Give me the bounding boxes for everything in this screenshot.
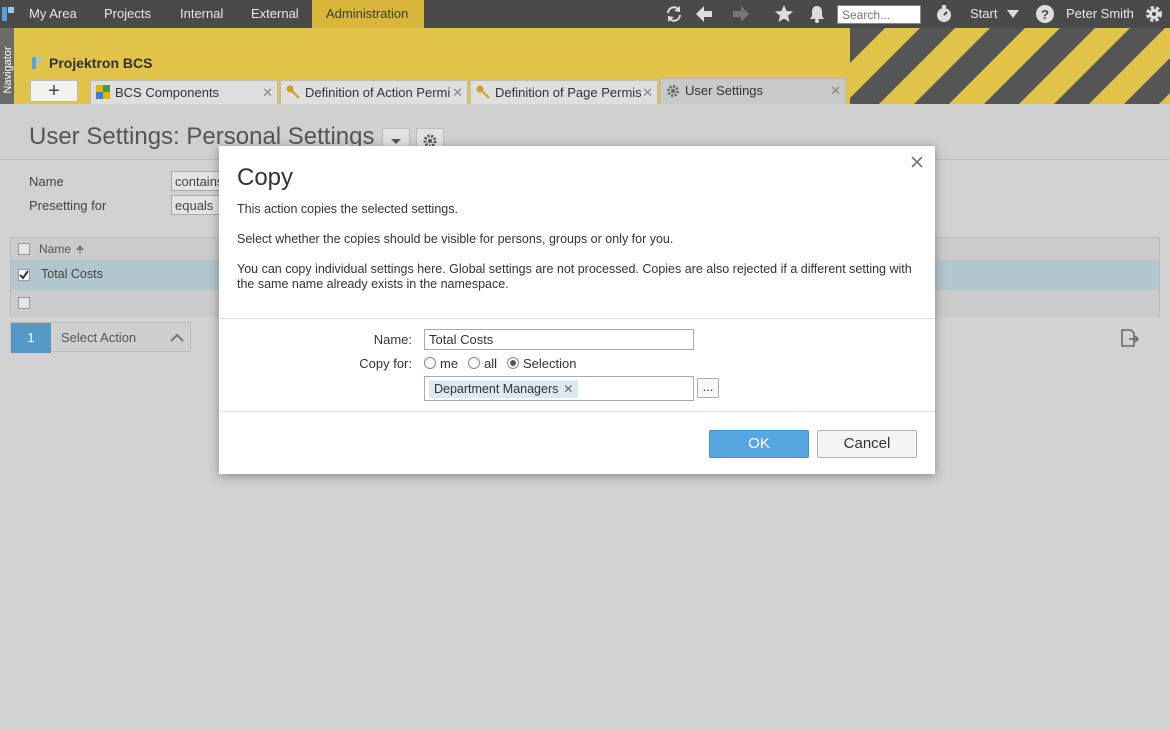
copy-for-me-radio[interactable]: [424, 357, 436, 369]
copy-for-all-label[interactable]: all: [484, 356, 497, 371]
filter-name-label: Name: [29, 174, 64, 189]
close-icon[interactable]: ✕: [830, 79, 841, 102]
chevron-up-icon[interactable]: [169, 331, 185, 345]
key-icon: [286, 85, 300, 99]
action-stepper[interactable]: 1 Select Action: [10, 322, 191, 353]
components-icon: [96, 85, 110, 99]
tab-label: BCS Components: [115, 85, 220, 100]
name-label: Name:: [373, 332, 412, 347]
selection-chip: Department Managers ✕: [429, 380, 579, 398]
stopwatch-icon[interactable]: [934, 4, 954, 24]
export-icon[interactable]: [1119, 328, 1139, 348]
nav-administration[interactable]: Administration: [312, 0, 424, 28]
key-icon: [476, 85, 490, 99]
filter-presetting-operator[interactable]: equals: [171, 195, 221, 215]
row-name-cell: Total Costs: [41, 267, 103, 281]
filter-name-operator[interactable]: contains: [171, 171, 223, 191]
refresh-icon[interactable]: [664, 4, 684, 24]
tab-bcs-components[interactable]: BCS Components ✕: [90, 80, 278, 104]
divider: [219, 411, 935, 412]
copy-for-selection-radio[interactable]: [507, 357, 519, 369]
dialog-text-1: This action copies the selected settings…: [237, 202, 458, 216]
dialog-text-2: Select whether the copies should be visi…: [237, 232, 674, 246]
close-icon[interactable]: ✕: [262, 81, 273, 104]
row-checkbox[interactable]: [18, 269, 30, 281]
step-label: Select Action: [61, 330, 137, 345]
checkmark-icon: [19, 270, 29, 280]
back-arrow-icon[interactable]: [694, 4, 714, 24]
nav-projects[interactable]: Projects: [104, 0, 151, 28]
top-navigation-bar: My Area Projects Internal External Admin…: [0, 0, 1170, 28]
dialog-text-3: You can copy individual settings here. G…: [237, 262, 912, 291]
app-title: Projektron BCS: [49, 55, 153, 71]
forward-arrow-icon[interactable]: [731, 4, 751, 24]
selection-input[interactable]: Department Managers ✕: [424, 376, 694, 401]
remove-chip-icon[interactable]: ✕: [563, 380, 573, 398]
sort-ascending-icon: [76, 245, 84, 254]
bell-icon[interactable]: [807, 4, 827, 24]
close-icon[interactable]: ✕: [642, 81, 653, 104]
hazard-stripes-decoration: [850, 28, 1170, 104]
tab-label: Definition of Page Permiss: [495, 85, 641, 100]
app-logo-icon: [32, 57, 42, 69]
navigator-label: Navigator: [2, 46, 14, 94]
tab-label: User Settings: [685, 83, 764, 98]
copy-for-selection-label[interactable]: Selection: [523, 356, 576, 371]
select-all-checkbox[interactable]: [18, 243, 30, 255]
gear-icon: [667, 85, 679, 97]
row-checkbox[interactable]: [18, 297, 30, 309]
star-icon[interactable]: [774, 4, 794, 24]
tab-action-permissions[interactable]: Definition of Action Permi ✕: [280, 80, 468, 104]
column-header-name[interactable]: Name: [39, 242, 71, 256]
search-input[interactable]: [837, 5, 921, 24]
apps-icon[interactable]: [2, 7, 14, 21]
divider: [219, 318, 935, 319]
chevron-down-icon[interactable]: [1006, 8, 1020, 20]
svg-text:?: ?: [1041, 7, 1049, 22]
cancel-button[interactable]: Cancel: [817, 430, 917, 458]
nav-my-area[interactable]: My Area: [29, 0, 77, 28]
browse-selection-button[interactable]: ...: [697, 378, 719, 398]
ok-button[interactable]: OK: [709, 430, 809, 458]
copy-dialog: Copy This action copies the selected set…: [219, 146, 935, 474]
filter-presetting-label: Presetting for: [29, 198, 107, 213]
help-icon[interactable]: ?: [1035, 4, 1055, 24]
copy-for-all-radio[interactable]: [468, 357, 480, 369]
close-icon[interactable]: [909, 154, 925, 170]
gear-icon[interactable]: [1144, 4, 1164, 24]
step-number: 1: [11, 323, 51, 353]
dialog-title: Copy: [237, 164, 294, 191]
chip-label: Department Managers: [434, 382, 559, 396]
tab-label: Definition of Action Permi: [305, 85, 451, 100]
copy-for-me-label[interactable]: me: [440, 356, 458, 371]
close-icon[interactable]: ✕: [452, 81, 463, 104]
copy-for-label: Copy for:: [359, 356, 412, 371]
start-menu-button[interactable]: Start: [970, 0, 997, 28]
nav-external[interactable]: External: [251, 0, 299, 28]
user-name[interactable]: Peter Smith: [1066, 0, 1134, 28]
name-input[interactable]: [424, 329, 694, 350]
nav-internal[interactable]: Internal: [180, 0, 223, 28]
add-tab-button[interactable]: +: [30, 80, 78, 102]
tab-page-permissions[interactable]: Definition of Page Permiss ✕: [470, 80, 658, 104]
tab-user-settings[interactable]: User Settings ✕: [660, 78, 846, 104]
